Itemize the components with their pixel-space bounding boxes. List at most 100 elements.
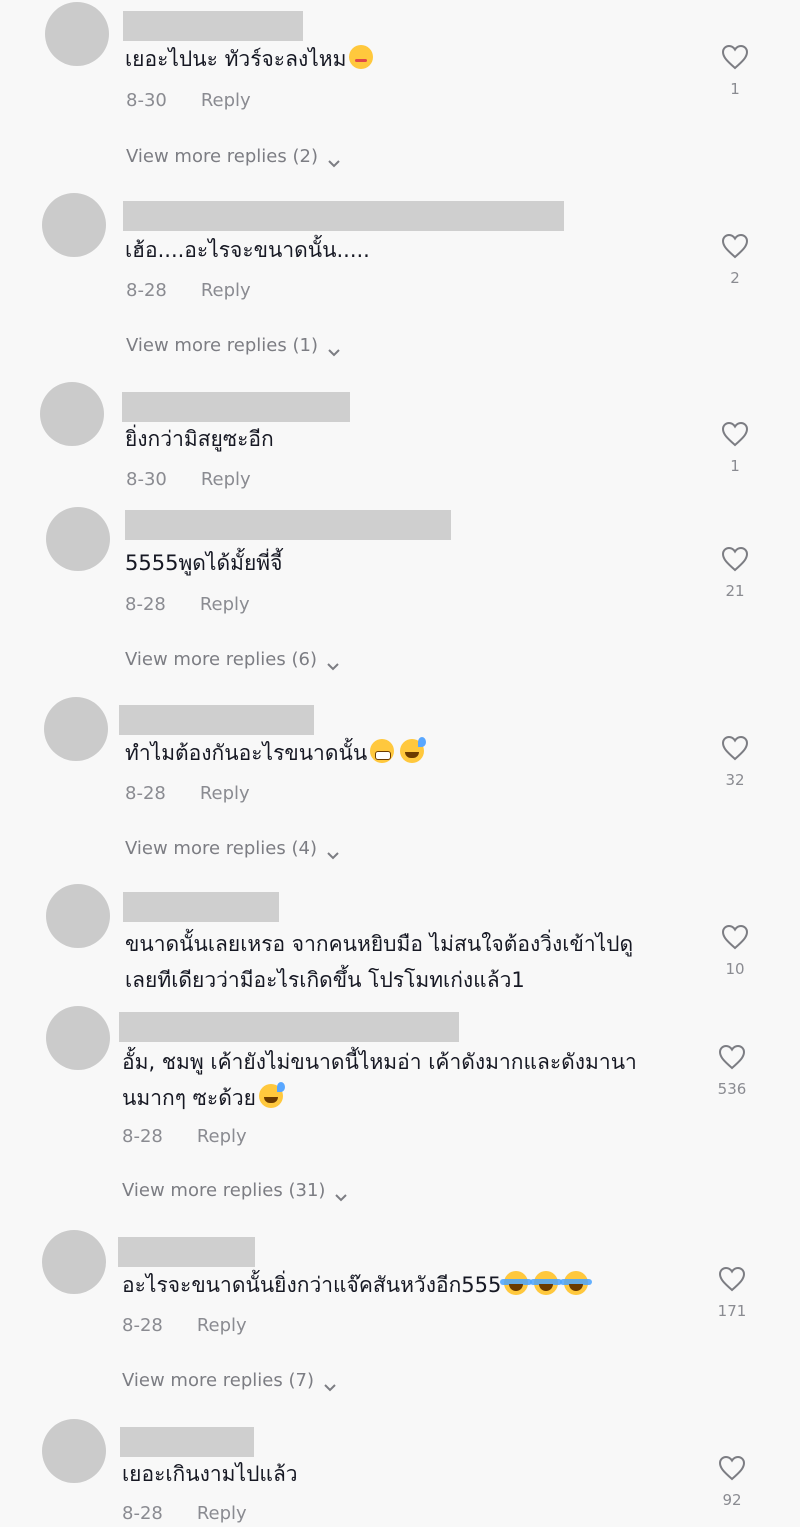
view-more-replies-label: View more replies (7) [122, 1370, 314, 1391]
heart-icon[interactable] [718, 1044, 746, 1074]
comment-text-content: ยิ่งกว่ามิสยูซะอีก [125, 427, 274, 451]
reply-button[interactable]: Reply [197, 1126, 247, 1147]
comment-text: อั้ม, ชมพู เค้ายังไม่ขนาดนี้ไหมอ่า เค้าด… [122, 1043, 637, 1081]
like-count: 536 [717, 1080, 747, 1098]
like-control: 536 [712, 1044, 752, 1098]
like-control: 1 [715, 44, 755, 98]
avatar[interactable] [46, 884, 110, 948]
comment-text: เยอะไปนะ ทัวร์จะลงไหม [125, 40, 376, 78]
username-redacted[interactable] [119, 1012, 459, 1042]
avatar[interactable] [45, 2, 109, 66]
view-more-replies-label: View more replies (2) [126, 146, 318, 167]
sweat-emoji-icon [400, 737, 427, 763]
avatar[interactable] [46, 1006, 110, 1070]
username-redacted[interactable] [120, 1427, 254, 1457]
username-redacted[interactable] [123, 11, 303, 41]
comment-text-content: ขนาดนั้นเลยเหรอ จากคนหยิบมือ ไม่สนใจต้อง… [125, 932, 634, 956]
comment-date: 8-28 [125, 783, 166, 804]
chevron-down-icon [328, 152, 340, 167]
comment-text-content: อะไรจะขนาดนั้นยิ่งกว่าแจ๊คสันหวังอีก555 [122, 1273, 502, 1297]
comment-meta: 8-28 Reply [122, 1126, 247, 1147]
view-more-replies-button[interactable]: View more replies (31) [122, 1180, 348, 1201]
reply-button[interactable]: Reply [200, 783, 250, 804]
comment-meta: 8-30 Reply [126, 469, 251, 490]
avatar[interactable] [42, 1230, 106, 1294]
comment-text: อะไรจะขนาดนั้นยิ่งกว่าแจ๊คสันหวังอีก555 [122, 1266, 593, 1304]
like-control: 1 [715, 421, 755, 475]
avatar[interactable] [42, 193, 106, 257]
view-more-replies-button[interactable]: View more replies (2) [126, 146, 340, 167]
comment-date: 8-28 [125, 594, 166, 615]
comment-text: เฮ้อ....อะไรจะขนาดนั้น..... [125, 231, 370, 269]
view-more-replies-button[interactable]: View more replies (1) [126, 335, 340, 356]
comment-date: 8-30 [126, 469, 167, 490]
chevron-down-icon [327, 655, 339, 670]
like-control: 10 [715, 924, 755, 978]
like-control: 2 [715, 233, 755, 287]
comment-text-line2: เลยทีเดียวว่ามีอะไรเกิดขึ้น โปรโมทเก่งแล… [125, 961, 525, 999]
like-count: 1 [730, 457, 740, 475]
heart-icon[interactable] [721, 735, 749, 765]
comment-meta: 8-28 Reply [125, 594, 250, 615]
like-count: 92 [722, 1491, 742, 1509]
reply-button[interactable]: Reply [200, 594, 250, 615]
view-more-replies-label: View more replies (6) [125, 649, 317, 670]
comment-text: เยอะเกินงามไปแล้ว [122, 1455, 298, 1493]
avatar[interactable] [44, 697, 108, 761]
avatar[interactable] [42, 1419, 106, 1483]
joy-emoji-icon [500, 1271, 533, 1295]
reply-button[interactable]: Reply [197, 1503, 247, 1524]
like-count: 21 [725, 582, 745, 600]
comment-meta: 8-30 Reply [126, 90, 251, 111]
comment-text: 5555พูดได้มั้ยพี่จี้ [125, 544, 282, 582]
username-redacted[interactable] [125, 510, 451, 540]
comment-date: 8-28 [122, 1315, 163, 1336]
view-more-replies-label: View more replies (31) [122, 1180, 326, 1201]
heart-icon[interactable] [721, 924, 749, 954]
username-redacted[interactable] [123, 201, 564, 231]
view-more-replies-label: View more replies (4) [125, 838, 317, 859]
comment-date: 8-28 [126, 280, 167, 301]
reply-button[interactable]: Reply [201, 469, 251, 490]
username-redacted[interactable] [119, 705, 314, 735]
sweat-emoji-icon [258, 1082, 285, 1108]
like-count: 2 [730, 269, 740, 287]
view-more-replies-button[interactable]: View more replies (4) [125, 838, 339, 859]
reply-button[interactable]: Reply [197, 1315, 247, 1336]
chevron-down-icon [324, 1376, 336, 1391]
username-redacted[interactable] [122, 392, 350, 422]
like-control: 171 [712, 1266, 752, 1320]
avatar[interactable] [46, 507, 110, 571]
reply-button[interactable]: Reply [201, 90, 251, 111]
comment-date: 8-28 [122, 1503, 163, 1524]
comment-date: 8-28 [122, 1126, 163, 1147]
like-control: 32 [715, 735, 755, 789]
joy-emoji-icon [560, 1271, 593, 1295]
heart-icon[interactable] [721, 44, 749, 74]
comment-text: ทำไมต้องกันอะไรขนาดนั้น [125, 734, 427, 772]
avatar[interactable] [40, 382, 104, 446]
comment-meta: 8-28 Reply [126, 280, 251, 301]
view-more-replies-button[interactable]: View more replies (7) [122, 1370, 336, 1391]
view-more-replies-button[interactable]: View more replies (6) [125, 649, 339, 670]
heart-icon[interactable] [718, 1455, 746, 1485]
like-control: 92 [712, 1455, 752, 1509]
heart-icon[interactable] [721, 421, 749, 451]
chevron-down-icon [335, 1186, 348, 1201]
comment-date: 8-30 [126, 90, 167, 111]
comment-text: ยิ่งกว่ามิสยูซะอีก [125, 420, 274, 458]
reply-button[interactable]: Reply [201, 280, 251, 301]
blush-emoji-icon [349, 45, 374, 69]
comment-text-content: เลยทีเดียวว่ามีอะไรเกิดขึ้น โปรโมทเก่งแล… [125, 968, 525, 992]
comment-meta: 8-28 Reply [125, 783, 250, 804]
like-count: 1 [730, 80, 740, 98]
heart-icon[interactable] [721, 233, 749, 263]
grin-emoji-icon [370, 739, 395, 763]
heart-icon[interactable] [718, 1266, 746, 1296]
comment-meta: 8-28 Reply [122, 1503, 247, 1524]
heart-icon[interactable] [721, 546, 749, 576]
username-redacted[interactable] [118, 1237, 255, 1267]
like-count: 10 [725, 960, 745, 978]
comment-text-content: ทำไมต้องกันอะไรขนาดนั้น [125, 741, 368, 765]
username-redacted[interactable] [123, 892, 279, 922]
